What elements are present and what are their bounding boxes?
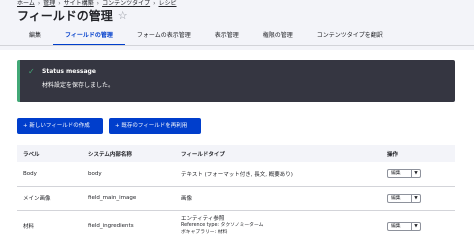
chevron-down-icon[interactable]: ▼ — [411, 222, 420, 230]
header-field-type: フィールドタイプ — [181, 151, 225, 158]
header-machine-name: システム内部名称 — [88, 151, 132, 158]
table-header-row: ラベル システム内部名称 フィールドタイプ 操作 — [17, 145, 455, 162]
tab-manage-display[interactable]: 表示管理 — [203, 30, 251, 44]
status-text: 材料設定を保存しました。 — [42, 82, 115, 89]
check-icon: ✓ — [28, 67, 35, 76]
breadcrumb-separator: › — [153, 0, 156, 7]
field-machine-name: field_ingredients — [88, 223, 134, 229]
breadcrumb-separator: › — [58, 0, 61, 7]
breadcrumb-home[interactable]: ホーム — [17, 0, 35, 8]
header-operations: 操作 — [387, 151, 399, 158]
breadcrumb-structure[interactable]: サイト構築 — [64, 0, 94, 8]
tab-manage-fields[interactable]: フィールドの管理 — [53, 30, 125, 46]
vocabulary-text: ボキャブラリー: 材料 — [181, 229, 228, 235]
breadcrumb-separator: › — [37, 0, 41, 7]
field-type-link[interactable]: エンティティ参照 — [181, 216, 375, 223]
breadcrumb-recipe[interactable]: レシピ — [159, 0, 177, 8]
breadcrumb-content-types[interactable]: コンテンツタイプ — [102, 0, 150, 8]
tab-translate-content-type[interactable]: コンテンツタイプを翻訳 — [305, 30, 395, 44]
table-row: Body body テキスト (フォーマット付き, 長文, 概要あり) 編集 ▼ — [17, 162, 455, 186]
edit-button-label[interactable]: 編集 — [388, 170, 411, 177]
edit-button-label[interactable]: 編集 — [388, 223, 411, 230]
field-machine-name: body — [88, 170, 102, 177]
tabs-divider — [0, 45, 474, 46]
table-row: メイン画像 field_main_image 画像 編集 ▼ — [17, 186, 455, 210]
page-header: ホーム › 管理 › サイト構築 › コンテンツタイプ › レシピ フィールドの… — [0, 0, 474, 50]
field-type-link[interactable]: テキスト (フォーマット付き, 長文, 概要あり) — [175, 162, 381, 186]
header-label: ラベル — [23, 151, 40, 158]
add-field-button[interactable]: + 新しいフィールドの作成 — [17, 118, 103, 134]
breadcrumb-admin[interactable]: 管理 — [43, 0, 55, 8]
edit-dropbutton[interactable]: 編集 ▼ — [387, 193, 421, 203]
field-label: メイン画像 — [23, 196, 51, 202]
operations-cell: 編集 ▼ — [381, 186, 455, 210]
title-row: フィールドの管理 ☆ — [17, 8, 128, 24]
breadcrumb-separator: › — [96, 0, 100, 7]
reuse-field-button[interactable]: + 既存のフィールドを再利用 — [109, 118, 201, 134]
edit-dropbutton[interactable]: 編集 ▼ — [387, 169, 421, 179]
page-title: フィールドの管理 — [17, 9, 113, 23]
operations-cell: 編集 ▼ — [381, 210, 455, 241]
chevron-down-icon[interactable]: ▼ — [411, 170, 420, 178]
tab-bar: 編集 フィールドの管理 フォームの表示管理 表示管理 権限の管理 コンテンツタイ… — [17, 30, 395, 46]
field-label: 材料 — [23, 224, 35, 230]
tab-manage-form-display[interactable]: フォームの表示管理 — [125, 30, 203, 44]
operations-cell: 編集 ▼ — [381, 162, 455, 186]
field-label: Body — [23, 170, 37, 177]
field-type-link[interactable]: 画像 — [175, 186, 381, 210]
status-message: ✓ Status message 材料設定を保存しました。 — [17, 60, 455, 102]
breadcrumb: ホーム › 管理 › サイト構築 › コンテンツタイプ › レシピ — [17, 0, 177, 8]
fields-table: ラベル システム内部名称 フィールドタイプ 操作 Body body テキスト … — [17, 145, 455, 241]
tab-edit[interactable]: 編集 — [17, 30, 53, 44]
field-type-cell: エンティティ参照 Reference type: タクソノミーターム ボキャブラ… — [175, 210, 381, 241]
edit-button-label[interactable]: 編集 — [388, 195, 411, 202]
table-row: 材料 field_ingredients エンティティ参照 Reference … — [17, 210, 455, 241]
tab-manage-permissions[interactable]: 権限の管理 — [251, 30, 305, 44]
field-machine-name: field_main_image — [88, 195, 137, 201]
star-icon[interactable]: ☆ — [118, 8, 128, 24]
chevron-down-icon[interactable]: ▼ — [411, 194, 420, 202]
edit-dropbutton[interactable]: 編集 ▼ — [387, 221, 421, 231]
status-title: Status message — [42, 68, 96, 75]
